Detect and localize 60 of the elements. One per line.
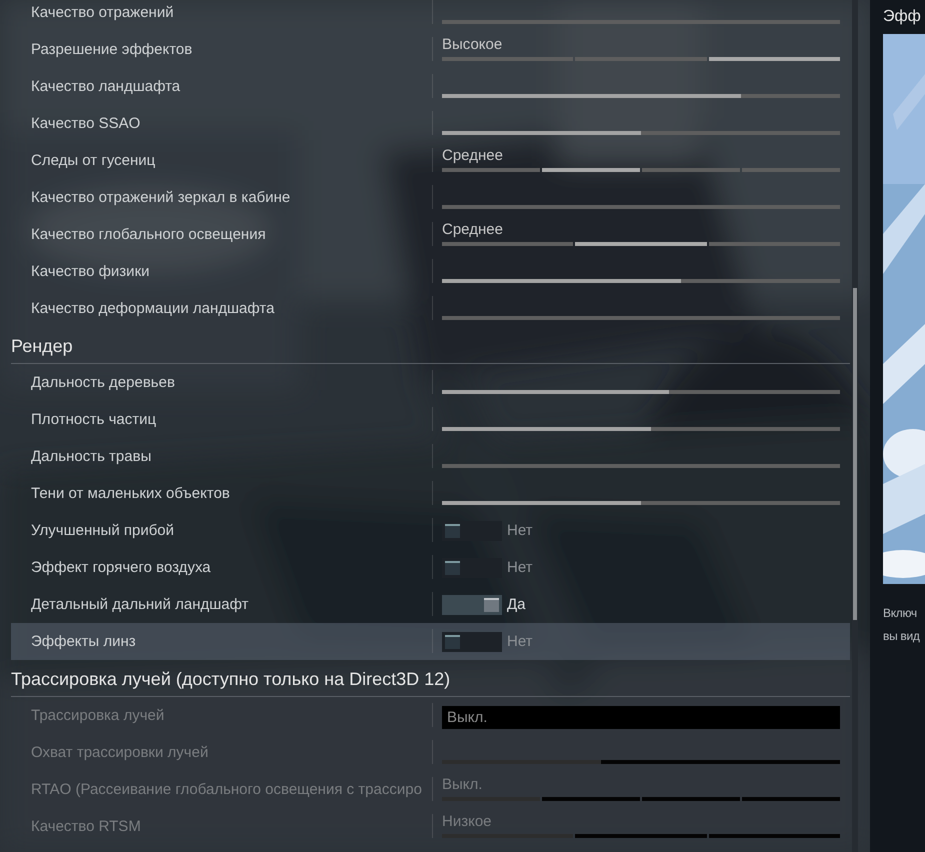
setting-label: Разрешение эффектов bbox=[30, 40, 194, 60]
slider[interactable] bbox=[442, 427, 840, 431]
setting-value: Высокое bbox=[442, 36, 504, 54]
setting-label: Следы от гусениц bbox=[30, 151, 156, 171]
setting-label: Улучшенный прибой bbox=[30, 521, 176, 541]
description-text: Включ bbox=[883, 605, 917, 622]
step-segment[interactable] bbox=[575, 242, 707, 246]
setting-label: Трассировка лучей bbox=[30, 706, 166, 726]
scrollbar-thumb[interactable] bbox=[853, 288, 857, 620]
slider[interactable] bbox=[442, 131, 840, 135]
setting-label: Качество отражений bbox=[30, 3, 175, 23]
setting-label: Качество ландшафта bbox=[30, 77, 182, 97]
setting-label: Качество SSAO bbox=[30, 114, 142, 134]
setting-label: Детальный дальний ландшафт bbox=[30, 595, 250, 615]
slider[interactable] bbox=[442, 464, 840, 468]
setting-label: Эффект горячего воздуха bbox=[30, 558, 212, 578]
slider[interactable] bbox=[442, 205, 840, 209]
setting-label: Дальность травы bbox=[30, 447, 152, 467]
setting-label: Дальность деревьев bbox=[30, 373, 176, 393]
setting-label: Плотность частиц bbox=[30, 410, 158, 430]
description-text: вы вид bbox=[883, 628, 920, 645]
toggle-value: Нет bbox=[507, 522, 533, 539]
slider[interactable] bbox=[442, 390, 840, 394]
toggle-switch[interactable] bbox=[442, 558, 502, 578]
setting-label: Охват трассировки лучей bbox=[30, 743, 210, 763]
step-segment[interactable] bbox=[708, 242, 840, 246]
toggle-value: Да bbox=[507, 596, 526, 613]
slider[interactable] bbox=[442, 94, 840, 98]
setting-label: Качество деформации ландшафта bbox=[30, 299, 276, 319]
slider[interactable] bbox=[442, 501, 840, 505]
setting-label: Качество RTSM bbox=[30, 817, 142, 837]
section-title: Трассировка лучей (доступно только на Direct3D 12) bbox=[11, 669, 450, 690]
toggle-switch[interactable] bbox=[442, 632, 502, 652]
slider[interactable] bbox=[442, 20, 840, 24]
toggle-switch[interactable] bbox=[442, 594, 502, 614]
setting-value: Среднее bbox=[442, 147, 504, 165]
setting-label: Качество отражений зеркал в кабине bbox=[30, 188, 292, 208]
setting-value: Выкл. bbox=[442, 776, 484, 794]
setting-label: Качество глобального освещения bbox=[30, 225, 267, 245]
step-segment[interactable] bbox=[742, 168, 840, 172]
slider[interactable] bbox=[442, 316, 840, 320]
setting-label: Качество физики bbox=[30, 262, 151, 282]
step-segment[interactable] bbox=[442, 168, 540, 172]
toggle-value: Нет bbox=[507, 633, 533, 650]
setting-label: Эффекты линз bbox=[30, 632, 137, 652]
step-segment[interactable] bbox=[642, 168, 740, 172]
toggle-switch[interactable] bbox=[442, 520, 502, 540]
setting-value: Среднее bbox=[442, 221, 504, 239]
setting-value: Низкое bbox=[442, 813, 493, 831]
section-title: Рендер bbox=[11, 336, 73, 357]
scrollbar[interactable] bbox=[852, 0, 858, 852]
step-segment[interactable] bbox=[442, 242, 574, 246]
step-segment[interactable] bbox=[442, 57, 574, 61]
step-segment[interactable] bbox=[708, 57, 840, 61]
toggle-value: Нет bbox=[507, 559, 533, 576]
slider[interactable] bbox=[442, 279, 840, 283]
panel-title: Эфф bbox=[883, 8, 921, 26]
step-segment[interactable] bbox=[542, 168, 640, 172]
setting-label: Тени от маленьких объектов bbox=[30, 484, 231, 504]
setting-label: RTAO (Рассеивание глобального освещения с трассиро bbox=[30, 780, 423, 800]
